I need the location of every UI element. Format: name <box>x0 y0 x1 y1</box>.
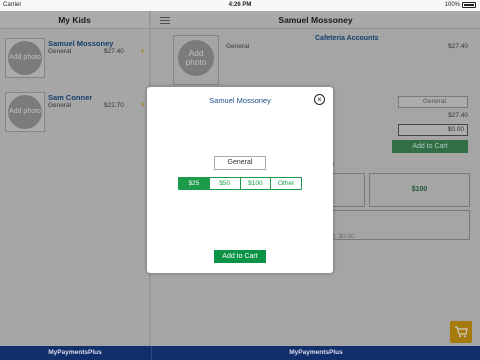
clock: 4:26 PM <box>228 2 252 8</box>
footer-brand-left: MyPaymentsPlus <box>48 349 102 356</box>
status-bar: Carrier 4:26 PM 100% <box>0 0 480 11</box>
footer-bar: MyPaymentsPlus MyPaymentsPlus <box>0 346 480 360</box>
modal-plan-field[interactable]: General <box>214 156 266 170</box>
amount-option-50[interactable]: $50 <box>208 178 240 189</box>
amount-segmented-control: $25 $50 $100 Other <box>178 177 302 190</box>
amount-option-25[interactable]: $25 <box>179 178 209 189</box>
amount-option-100[interactable]: $100 <box>239 178 271 189</box>
battery-indicator: 100% <box>445 2 476 8</box>
close-icon[interactable]: × <box>314 94 325 105</box>
battery-percent: 100% <box>444 2 460 8</box>
add-funds-modal: Samuel Mossoney × General $25 $50 $100 O… <box>147 87 333 273</box>
amount-option-other[interactable]: Other <box>270 178 301 189</box>
modal-title: Samuel Mossoney <box>209 96 271 105</box>
modal-add-to-cart-button[interactable]: Add to Cart <box>214 250 266 263</box>
footer-brand-right: MyPaymentsPlus <box>151 346 480 360</box>
battery-icon <box>462 2 476 8</box>
